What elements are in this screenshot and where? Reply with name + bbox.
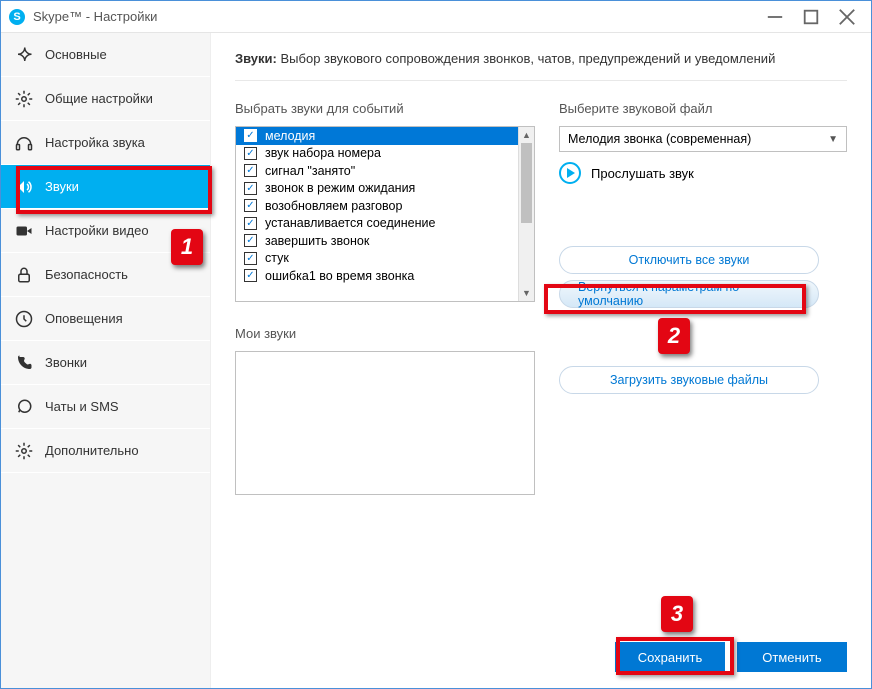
dialog-footer: Сохранить Отменить bbox=[615, 642, 847, 672]
checkbox-icon[interactable]: ✓ bbox=[244, 182, 257, 195]
audio-settings-icon bbox=[15, 134, 33, 152]
general-settings-icon bbox=[15, 90, 33, 108]
sidebar-item-label: Основные bbox=[45, 47, 107, 62]
sidebar-item-notifications[interactable]: Оповещения bbox=[1, 297, 210, 341]
general-icon bbox=[15, 46, 33, 64]
checkbox-icon[interactable]: ✓ bbox=[244, 199, 257, 212]
event-label: звук набора номера bbox=[265, 146, 381, 160]
checkbox-icon[interactable]: ✓ bbox=[244, 269, 257, 282]
window-title: Skype™ - Настройки bbox=[33, 9, 757, 24]
load-sound-files-button[interactable]: Загрузить звуковые файлы bbox=[559, 366, 819, 394]
mute-all-button[interactable]: Отключить все звуки bbox=[559, 246, 819, 274]
sidebar-item-label: Звонки bbox=[45, 355, 87, 370]
titlebar: S Skype™ - Настройки bbox=[1, 1, 871, 33]
event-item[interactable]: ✓ ошибка1 во время звонка bbox=[236, 267, 518, 285]
event-label: устанавливается соединение bbox=[265, 216, 435, 230]
checkbox-icon[interactable]: ✓ bbox=[244, 129, 257, 142]
events-label: Выбрать звуки для событий bbox=[235, 101, 535, 116]
event-label: мелодия bbox=[265, 129, 315, 143]
event-item[interactable]: ✓ завершить звонок bbox=[236, 232, 518, 250]
sidebar-item-general-settings[interactable]: Общие настройки bbox=[1, 77, 210, 121]
mysounds-label: Мои звуки bbox=[235, 326, 535, 341]
event-item[interactable]: ✓ мелодия bbox=[236, 127, 518, 145]
panel-header: Звуки: Выбор звукового сопровождения зво… bbox=[235, 51, 847, 81]
sidebar-item-sounds[interactable]: Звуки bbox=[1, 165, 210, 209]
sidebar-item-label: Чаты и SMS bbox=[45, 399, 119, 414]
event-item[interactable]: ✓ устанавливается соединение bbox=[236, 215, 518, 233]
scroll-up-icon[interactable]: ▲ bbox=[519, 127, 534, 143]
soundfile-selected: Мелодия звонка (современная) bbox=[568, 132, 751, 146]
event-label: сигнал "занято" bbox=[265, 164, 355, 178]
event-item[interactable]: ✓ звук набора номера bbox=[236, 145, 518, 163]
minimize-button[interactable] bbox=[757, 3, 793, 31]
sidebar-item-label: Оповещения bbox=[45, 311, 123, 326]
checkbox-icon[interactable]: ✓ bbox=[244, 217, 257, 230]
skype-logo-icon: S bbox=[9, 9, 25, 25]
maximize-button[interactable] bbox=[793, 3, 829, 31]
sidebar-item-general[interactable]: Основные bbox=[1, 33, 210, 77]
sidebar-item-video-settings[interactable]: Настройки видео bbox=[1, 209, 210, 253]
close-button[interactable] bbox=[829, 3, 865, 31]
panel-title: Звуки: bbox=[235, 51, 277, 66]
sounds-icon bbox=[15, 178, 33, 196]
play-label: Прослушать звук bbox=[591, 166, 694, 181]
cancel-button[interactable]: Отменить bbox=[737, 642, 847, 672]
sidebar-item-label: Настройки видео bbox=[45, 223, 149, 238]
save-button[interactable]: Сохранить bbox=[615, 642, 725, 672]
event-label: завершить звонок bbox=[265, 234, 369, 248]
checkbox-icon[interactable]: ✓ bbox=[244, 147, 257, 160]
sidebar-item-audio-settings[interactable]: Настройка звука bbox=[1, 121, 210, 165]
sidebar-item-advanced[interactable]: Дополнительно bbox=[1, 429, 210, 473]
settings-sidebar: Основные Общие настройки Настройка звука Зв… bbox=[1, 33, 211, 688]
advanced-icon bbox=[15, 442, 33, 460]
event-item[interactable]: ✓ звонок в режим ожидания bbox=[236, 180, 518, 198]
sidebar-item-label: Звуки bbox=[45, 179, 79, 194]
video-settings-icon bbox=[15, 222, 33, 240]
event-item[interactable]: ✓ стук bbox=[236, 250, 518, 268]
event-item[interactable]: ✓ сигнал "занято" bbox=[236, 162, 518, 180]
event-label: ошибка1 во время звонка bbox=[265, 269, 414, 283]
event-label: возобновляем разговор bbox=[265, 199, 402, 213]
sidebar-item-security[interactable]: Безопасность bbox=[1, 253, 210, 297]
sidebar-item-label: Общие настройки bbox=[45, 91, 153, 106]
soundfile-select[interactable]: Мелодия звонка (современная) ▼ bbox=[559, 126, 847, 152]
play-icon bbox=[559, 162, 581, 184]
events-scrollbar[interactable]: ▲ ▼ bbox=[518, 127, 534, 301]
reset-defaults-button[interactable]: Вернуться к параметрам по умолчанию bbox=[559, 280, 819, 308]
security-icon bbox=[15, 266, 33, 284]
event-label: стук bbox=[265, 251, 289, 265]
checkbox-icon[interactable]: ✓ bbox=[244, 164, 257, 177]
notifications-icon bbox=[15, 310, 33, 328]
checkbox-icon[interactable]: ✓ bbox=[244, 234, 257, 247]
events-listbox[interactable]: ✓ мелодия ✓ звук набора номера ✓ сигнал "заня… bbox=[235, 126, 535, 302]
chevron-down-icon: ▼ bbox=[828, 134, 838, 145]
mysounds-listbox[interactable] bbox=[235, 351, 535, 495]
checkbox-icon[interactable]: ✓ bbox=[244, 252, 257, 265]
event-item[interactable]: ✓ возобновляем разговор bbox=[236, 197, 518, 215]
chats-sms-icon bbox=[15, 398, 33, 416]
main-panel: Звуки: Выбор звукового сопровождения зво… bbox=[211, 33, 871, 688]
sidebar-item-label: Безопасность bbox=[45, 267, 128, 282]
calls-icon bbox=[15, 354, 33, 372]
sidebar-item-calls[interactable]: Звонки bbox=[1, 341, 210, 385]
sidebar-item-chats-sms[interactable]: Чаты и SMS bbox=[1, 385, 210, 429]
event-label: звонок в режим ожидания bbox=[265, 181, 415, 195]
sidebar-item-label: Настройка звука bbox=[45, 135, 145, 150]
panel-description: Выбор звукового сопровождения звонков, ч… bbox=[281, 51, 776, 66]
soundfile-label: Выберите звуковой файл bbox=[559, 101, 847, 116]
sidebar-item-label: Дополнительно bbox=[45, 443, 139, 458]
scroll-thumb[interactable] bbox=[521, 143, 532, 223]
play-sound-button[interactable]: Прослушать звук bbox=[559, 162, 847, 184]
scroll-down-icon[interactable]: ▼ bbox=[519, 285, 534, 301]
